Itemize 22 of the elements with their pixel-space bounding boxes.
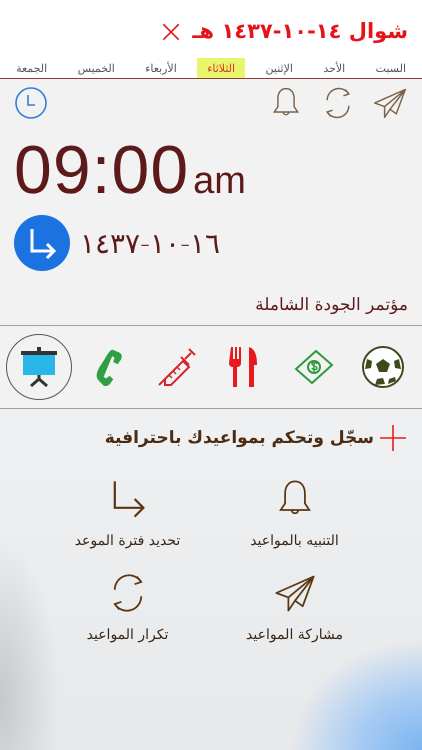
day-tab[interactable]: الأحد [313,58,356,78]
date-title: شوال ١٤-١٠-١٤٣٧ هـ [192,19,408,43]
day-tab[interactable]: الجمعة [6,58,58,78]
day-tab[interactable]: الخميس [68,58,125,78]
close-button[interactable]: × [158,15,184,47]
category-button[interactable] [6,334,72,400]
clock-icon[interactable] [14,86,48,120]
feature-label: التنبيه بالمواعيد [250,533,339,549]
football-icon [360,345,405,389]
time-value: 09:00 [14,131,190,209]
feature-label: تحديد فترة الموعد [74,533,180,549]
promo-heading: سجّل وتحكم بمواعيدك باحترافية [104,428,374,448]
day-tab[interactable]: الأربعاء [135,58,187,78]
feature-label: مشاركة المواعيد [246,627,343,643]
day-tab[interactable]: السبت [366,58,416,78]
time-period: am [193,160,246,203]
day-tab[interactable]: الإثنين [256,58,303,78]
event-title: مؤتمر الجودة الشاملة [254,294,408,317]
day-tab[interactable]: الثلاثاء [197,58,246,78]
end-date: ١٦-١٠-١٤٣٧ [80,226,220,260]
plus-icon [378,423,408,453]
feature-label: تكرار المواعيد [86,627,168,643]
